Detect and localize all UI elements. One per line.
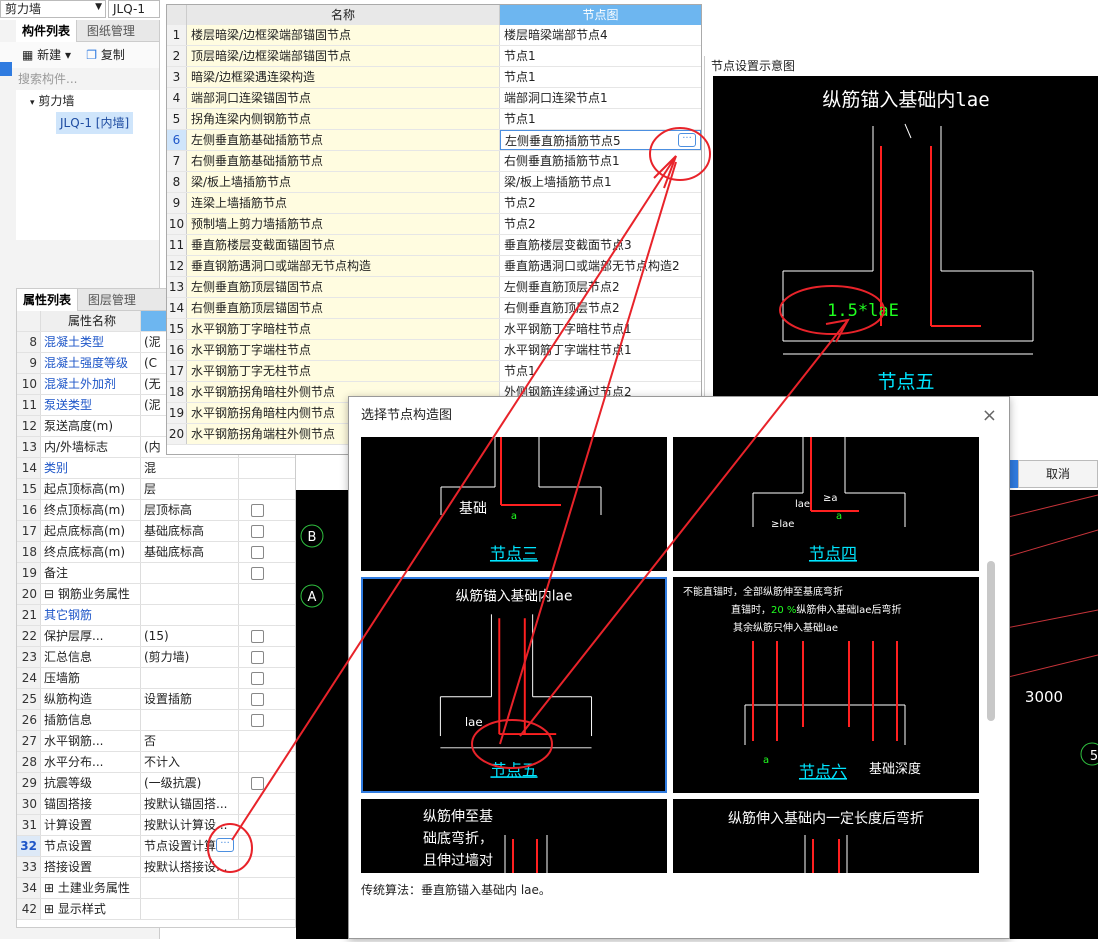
annotation-overlay bbox=[207, 127, 885, 873]
